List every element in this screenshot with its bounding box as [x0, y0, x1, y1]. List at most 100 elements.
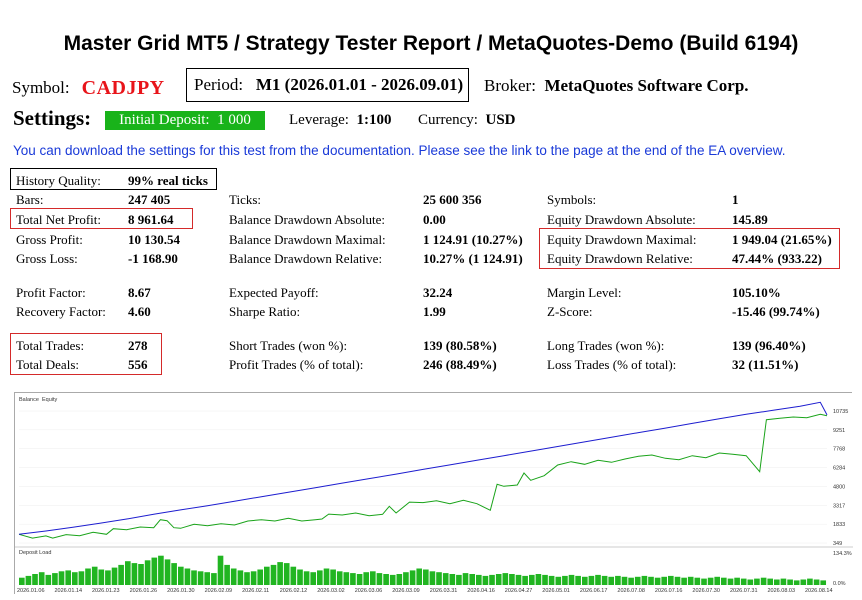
load-bar — [714, 576, 721, 585]
profit-factor-value: 8.67 — [128, 285, 151, 300]
load-bar — [257, 569, 264, 585]
load-bar — [601, 575, 608, 585]
load-bar — [310, 572, 317, 585]
load-bar — [634, 576, 641, 585]
currency-label: Currency: — [418, 112, 478, 128]
load-bar — [356, 574, 363, 585]
load-bar — [661, 576, 668, 585]
load-bar — [813, 579, 820, 585]
load-bar — [191, 570, 197, 585]
balance-dd-rel-value: 10.27% (1 124.91) — [423, 251, 523, 266]
load-bar — [767, 578, 774, 585]
load-bar — [297, 569, 303, 585]
recovery-factor-label: Recovery Factor: — [16, 304, 106, 319]
symbols-value: 1 — [732, 192, 739, 207]
load-bar — [621, 576, 628, 585]
y-tick-label: 6284 — [833, 466, 845, 472]
load-bar — [449, 574, 456, 585]
x-tick-label: 2026.03.06 — [355, 588, 383, 594]
x-tick-label: 2026.01.23 — [92, 588, 120, 594]
load-bar — [363, 572, 370, 585]
profit-factor-label: Profit Factor: — [16, 285, 86, 300]
load-bar — [436, 572, 442, 585]
load-bar — [681, 577, 687, 585]
load-bar — [125, 561, 131, 585]
load-bar — [158, 555, 164, 585]
load-bar — [588, 575, 595, 585]
x-tick-label: 2026.07.31 — [730, 588, 758, 594]
load-bar — [178, 566, 184, 585]
x-tick-label: 2026.04.27 — [505, 588, 533, 594]
load-bar — [25, 575, 32, 585]
equity-dd-max-value: 1 949.04 (21.65%) — [732, 232, 832, 247]
currency: Currency: USD — [418, 112, 516, 129]
ticks-label: Ticks: — [229, 192, 262, 207]
load-bar — [323, 568, 330, 585]
expected-payoff-label: Expected Payoff: — [229, 285, 319, 300]
load-bar — [734, 577, 740, 585]
x-tick-label: 2026.01.30 — [167, 588, 195, 594]
chart-svg: 10735 9251 7768 6284 4800 3317 1833 349 Balance… — [15, 393, 853, 595]
load-bar — [793, 580, 800, 585]
load-bar — [747, 579, 754, 585]
loss-trades-label: Loss Trades (% of total): — [547, 357, 677, 372]
legend-equity: Equity — [42, 397, 58, 403]
bars-label: Bars: — [16, 192, 44, 207]
y-tick-label: 9251 — [833, 428, 845, 434]
x-tick-label: 2026.06.17 — [580, 588, 608, 594]
gross-profit-label: Gross Profit: — [16, 232, 83, 247]
y-tick-label: 10735 — [833, 409, 848, 415]
x-tick-label: 2026.03.09 — [392, 588, 420, 594]
load-bar — [489, 574, 495, 585]
history-quality-value: 99% real ticks — [128, 173, 208, 188]
load-bar — [787, 579, 793, 585]
load-bar — [423, 569, 429, 585]
load-bar — [171, 563, 177, 585]
load-bar — [389, 574, 396, 585]
broker-value: MetaQuotes Software Corp. — [544, 76, 749, 95]
load-bar — [303, 571, 310, 585]
load-bar — [138, 564, 144, 585]
profit-trades-value: 246 (88.49%) — [423, 357, 497, 372]
load-bar — [668, 575, 674, 585]
long-trades-value: 139 (96.40%) — [732, 338, 806, 353]
load-bar — [224, 564, 230, 585]
load-tick-label: 134.3% — [833, 551, 852, 557]
load-bar — [376, 573, 383, 585]
load-bar — [403, 572, 409, 585]
load-bar — [111, 567, 118, 585]
profit-trades-label: Profit Trades (% of total): — [229, 357, 364, 372]
load-tick-label: 0.0% — [833, 581, 846, 587]
period-label: Period: — [194, 75, 244, 94]
load-bar — [144, 560, 151, 585]
load-bar — [65, 570, 72, 585]
loss-trades-value: 32 (11.51%) — [732, 357, 799, 372]
period-value: M1 (2026.01.01 - 2026.09.01) — [255, 75, 464, 94]
total-trades-value: 278 — [128, 338, 148, 353]
y-tick-label: 4800 — [833, 484, 845, 490]
load-bar — [98, 569, 105, 585]
load-bar — [641, 575, 648, 585]
x-tick-label: 2026.07.30 — [692, 588, 720, 594]
report-title: Master Grid MT5 / Strategy Tester Report… — [63, 32, 799, 55]
load-bar — [184, 568, 191, 585]
x-tick-label: 2026.02.12 — [280, 588, 308, 594]
documentation-note[interactable]: You can download the settings for this t… — [13, 143, 786, 158]
expected-payoff-value: 32.24 — [423, 285, 453, 300]
load-bar — [807, 578, 813, 585]
leverage-value: 1:100 — [356, 112, 392, 128]
load-bar — [237, 570, 244, 585]
load-bar — [19, 577, 25, 585]
load-bar — [350, 573, 356, 585]
gross-loss-value: -1 168.90 — [128, 251, 178, 266]
load-bar — [800, 579, 807, 585]
load-bar — [72, 572, 78, 585]
load-bar — [283, 563, 290, 585]
load-bar — [343, 572, 350, 585]
load-bar — [628, 577, 634, 585]
equity-dd-abs-label: Equity Drawdown Absolute: — [547, 212, 696, 227]
balance-equity-chart: 10735 9251 7768 6284 4800 3317 1833 349 Balance… — [14, 392, 853, 595]
equity-dd-rel-value: 47.44% (933.22) — [732, 251, 822, 266]
load-bar — [317, 570, 323, 585]
load-bar — [515, 574, 522, 585]
